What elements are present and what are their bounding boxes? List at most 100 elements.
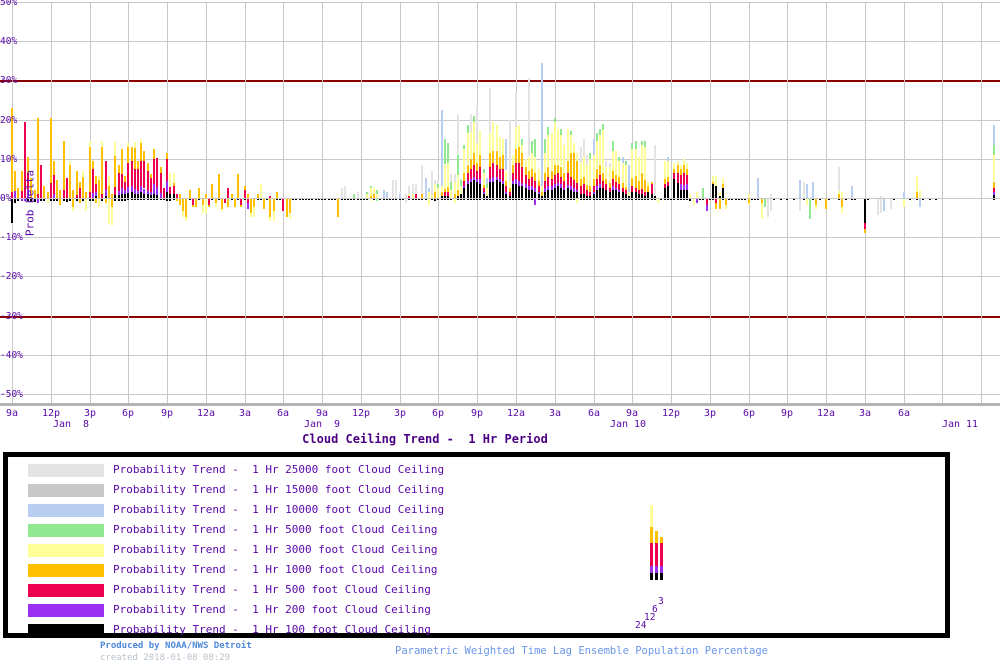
bar-segment <box>602 180 604 188</box>
bar-segment <box>880 196 882 198</box>
bar-segment <box>725 205 727 209</box>
bar-segment <box>253 207 255 217</box>
bar-segment <box>363 199 365 200</box>
x-tick-label: 6a <box>277 408 289 419</box>
bar-segment <box>525 199 527 200</box>
bar-segment <box>673 169 675 173</box>
bar-segment <box>631 143 633 149</box>
bar-segment <box>470 131 472 158</box>
bar-segment <box>405 199 407 203</box>
bar-segment <box>376 199 378 201</box>
bar-segment <box>421 199 423 200</box>
bar-segment <box>719 196 721 198</box>
bar-segment <box>612 171 614 179</box>
bar-segment <box>470 182 472 198</box>
bar-segment <box>156 158 158 187</box>
bar-segment <box>602 173 604 181</box>
bar-segment <box>153 159 155 184</box>
x-tick-label: 9a <box>6 408 18 419</box>
bar-segment <box>101 199 103 201</box>
bar-segment <box>609 192 611 198</box>
bar-segment <box>315 199 317 200</box>
bar-segment <box>628 165 630 192</box>
bar-segment <box>644 147 646 180</box>
gridline-v <box>981 2 982 403</box>
bar-segment <box>289 213 291 219</box>
bar-segment <box>935 199 937 200</box>
bar-segment <box>114 142 116 156</box>
bar-segment <box>105 161 107 190</box>
bar-segment <box>593 194 595 198</box>
bar-segment <box>412 199 414 200</box>
bar-segment <box>825 199 827 209</box>
x-tick-label: 6p <box>743 408 755 419</box>
bar-segment <box>589 199 591 200</box>
bar-segment <box>628 196 630 198</box>
bar-segment <box>350 199 352 200</box>
bar-segment <box>673 178 675 198</box>
bar-segment <box>680 174 682 184</box>
bar-segment <box>567 129 569 160</box>
bar-segment <box>538 186 540 192</box>
bar-segment <box>638 199 640 200</box>
bar-segment <box>929 199 931 200</box>
bar-segment <box>696 199 698 203</box>
bar-segment <box>182 211 184 217</box>
bar-segment <box>483 199 485 200</box>
bar-segment <box>654 196 656 198</box>
bar-segment <box>515 199 517 200</box>
bar-segment <box>880 199 882 213</box>
bar-segment <box>476 182 478 198</box>
bar-segment <box>156 195 158 198</box>
bar-segment <box>95 184 97 192</box>
bar-segment <box>651 199 653 200</box>
bar-segment <box>499 169 501 179</box>
bar-segment <box>573 192 575 198</box>
bar-segment <box>166 180 168 192</box>
bar-segment <box>467 184 469 198</box>
bar-segment <box>541 199 543 200</box>
bar-segment <box>573 188 575 192</box>
bar-segment <box>173 199 175 200</box>
bar-segment <box>476 199 478 200</box>
bar-segment <box>806 184 808 198</box>
bar-segment <box>618 184 620 190</box>
bar-segment <box>176 194 178 198</box>
bar-segment <box>596 133 598 141</box>
bar-segment <box>560 184 562 188</box>
bar-segment <box>457 114 459 155</box>
bar-segment <box>408 199 410 200</box>
bar-segment <box>670 199 672 200</box>
bar-segment <box>463 188 465 198</box>
trend-bar-segment <box>650 566 653 573</box>
bar-segment <box>612 178 614 186</box>
bar-segment <box>554 165 556 175</box>
bar-segment <box>454 199 456 203</box>
bar-segment <box>489 182 491 198</box>
bar-segment <box>528 171 530 179</box>
bar-segment <box>838 199 840 200</box>
bar-segment <box>715 186 717 198</box>
bar-segment <box>134 199 136 200</box>
bar-segment <box>573 199 575 200</box>
bar-segment <box>460 180 462 186</box>
bar-segment <box>379 199 381 200</box>
bar-segment <box>89 199 91 201</box>
y-tick-label: 10% <box>0 154 30 165</box>
bar-segment <box>418 199 420 200</box>
legend-row: Probability Trend - 1 Hr 5000 foot Cloud… <box>8 521 608 541</box>
bar-segment <box>153 194 155 198</box>
bar-segment <box>221 199 223 209</box>
bar-segment <box>554 184 556 188</box>
bar-segment <box>916 192 918 198</box>
y-tick-label: -50% <box>0 389 30 400</box>
bar-segment <box>612 190 614 198</box>
bar-segment <box>441 192 443 196</box>
bar-segment <box>748 203 750 205</box>
bar-segment <box>231 194 233 198</box>
bar-segment <box>447 143 449 163</box>
bar-segment <box>150 174 152 178</box>
bar-segment <box>673 163 675 169</box>
bar-segment <box>486 196 488 198</box>
legend-label: Probability Trend - 1 Hr 200 foot Cloud … <box>113 603 431 616</box>
